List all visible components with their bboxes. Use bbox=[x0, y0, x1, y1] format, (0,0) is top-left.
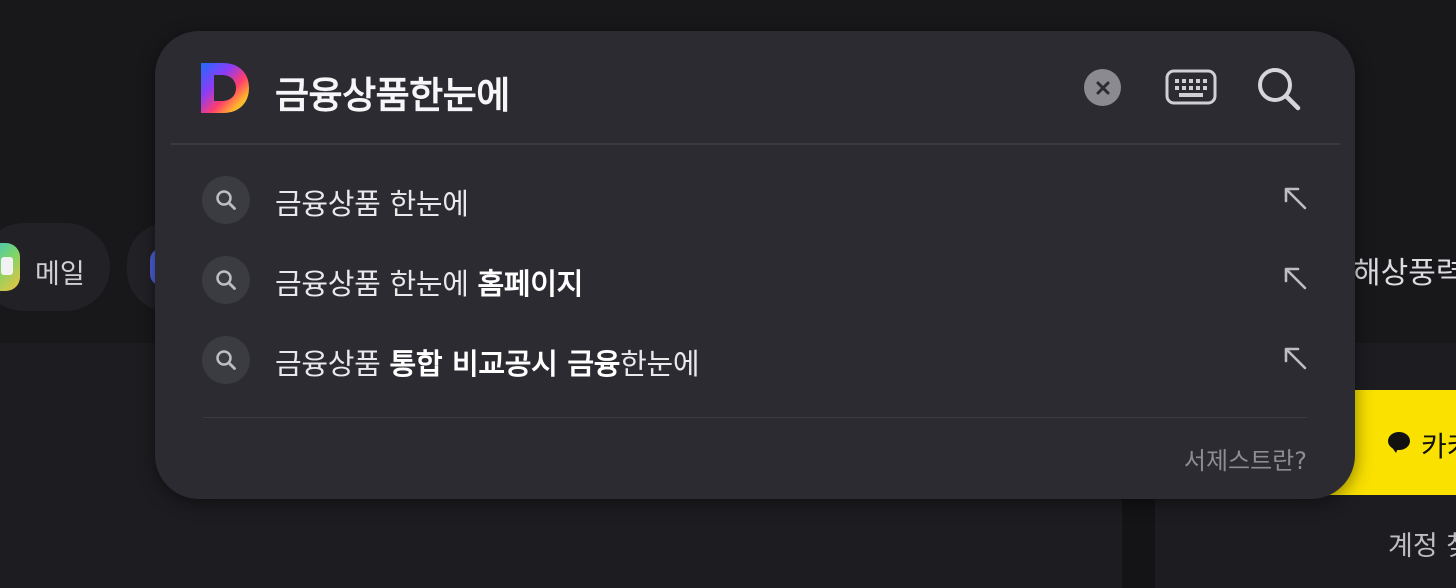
suggestion-item[interactable]: 금융상품 한눈에 홈페이지 bbox=[155, 249, 1355, 309]
clear-icon bbox=[1096, 81, 1109, 94]
fill-query-arrow-icon[interactable] bbox=[1280, 263, 1310, 293]
suggestion-text: 금융상품 한눈에 홈페이지 bbox=[275, 267, 584, 301]
search-query-text[interactable]: 금융상품한눈에 bbox=[275, 65, 510, 119]
search-panel: 금융상품한눈에 금융상품 한눈에 금융상품 한눈에 홈페이지 금융상품 통합 비… bbox=[155, 31, 1355, 499]
suggestion-item[interactable]: 금융상품 한눈에 bbox=[155, 169, 1355, 229]
suggestion-text: 금융상품 통합 비교공시 금융한눈에 bbox=[275, 347, 700, 381]
suggestion-text: 금융상품 한눈에 bbox=[275, 187, 469, 221]
fill-query-arrow-icon[interactable] bbox=[1280, 183, 1310, 213]
kakao-talk-icon bbox=[1388, 432, 1410, 453]
clear-button[interactable] bbox=[1084, 69, 1121, 106]
shortcut-mail-label: 메일 bbox=[35, 259, 85, 290]
header-divider bbox=[171, 143, 1340, 145]
mail-app-icon bbox=[0, 243, 20, 291]
search-icon[interactable] bbox=[1256, 66, 1302, 112]
fill-query-arrow-icon[interactable] bbox=[1280, 343, 1310, 373]
suggestion-search-icon bbox=[202, 176, 250, 224]
suggestion-search-icon bbox=[202, 336, 250, 384]
kakao-login-label: 카카 bbox=[1421, 430, 1456, 463]
news-heading[interactable]: 해상풍력 bbox=[1353, 248, 1456, 292]
suggestion-item[interactable]: 금융상품 통합 비교공시 금융한눈에 bbox=[155, 329, 1355, 389]
suggestion-search-icon bbox=[202, 256, 250, 304]
keyboard-icon[interactable] bbox=[1165, 69, 1217, 105]
find-account-link[interactable]: 계정 찾 bbox=[1388, 524, 1456, 563]
footer-divider bbox=[203, 417, 1307, 418]
daum-logo-icon[interactable] bbox=[201, 63, 249, 113]
suggest-help-link[interactable]: 서제스트란? bbox=[1184, 441, 1307, 476]
